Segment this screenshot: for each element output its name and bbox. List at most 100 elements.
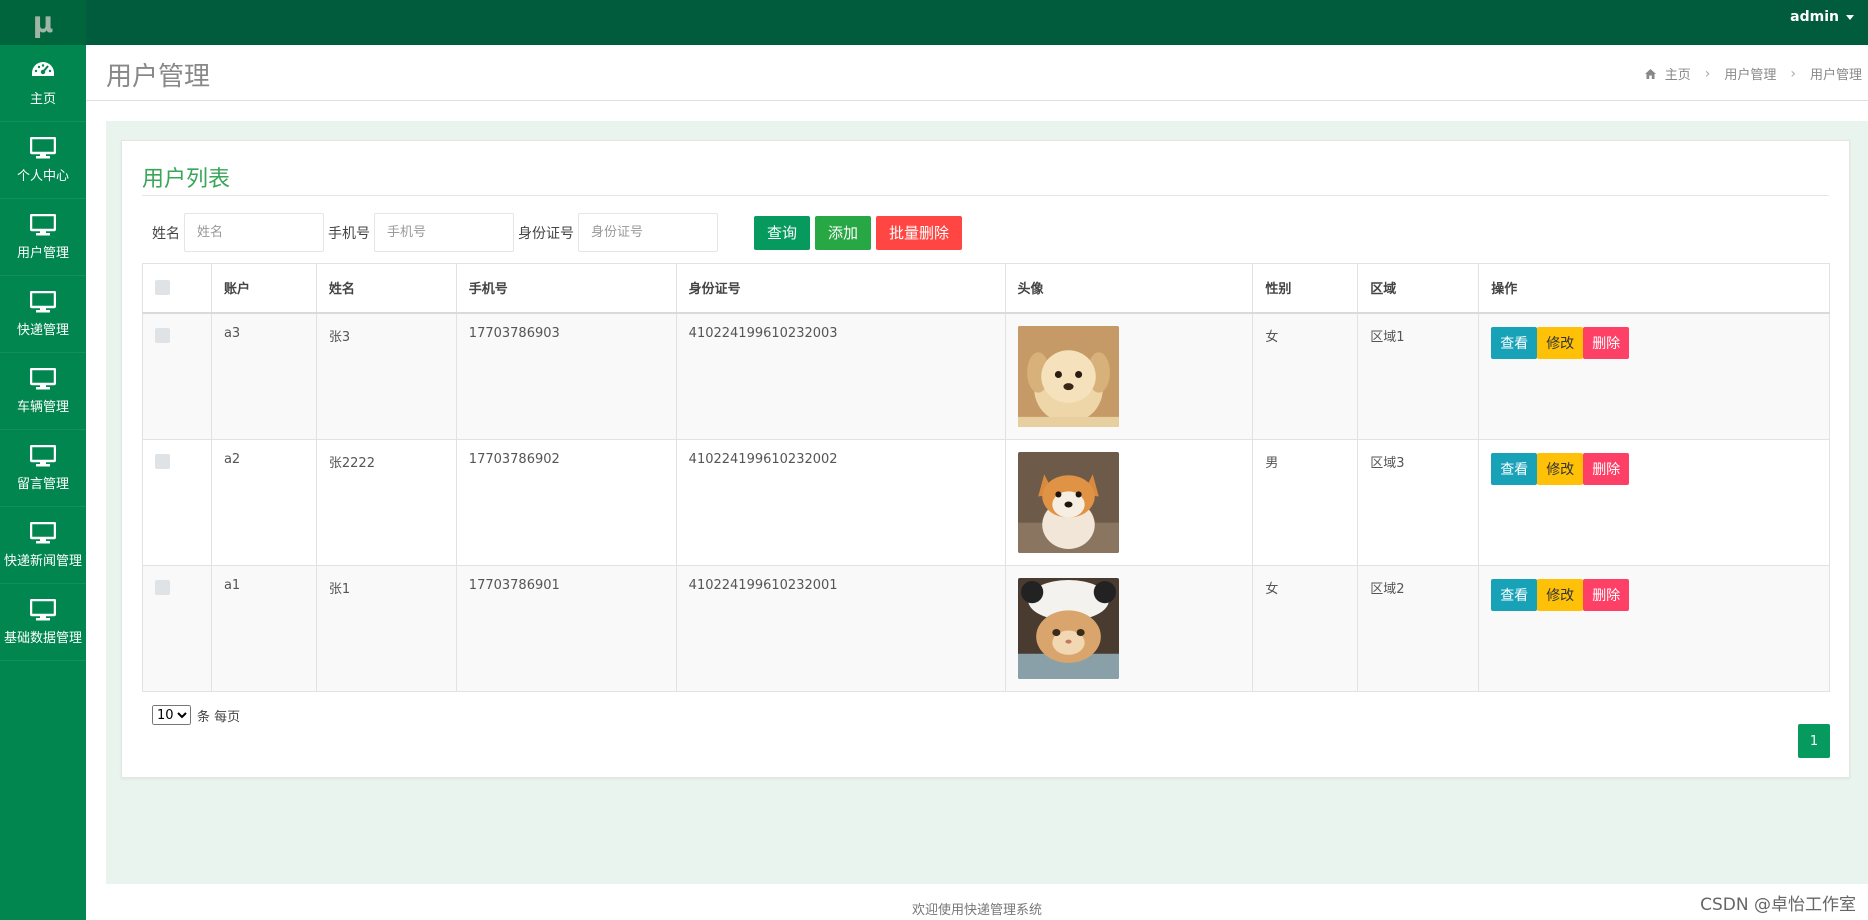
monitor-icon (30, 521, 56, 543)
row-select-cell (142, 438, 212, 566)
view-button[interactable]: 查看 (1491, 452, 1538, 485)
actions-cell: 查看 修改 删除 (1478, 312, 1830, 440)
name-input[interactable] (184, 213, 324, 252)
breadcrumb-separator-icon: › (1790, 65, 1796, 82)
monitor-icon (30, 367, 56, 389)
phone-input[interactable] (374, 213, 514, 252)
monitor-icon (30, 213, 56, 235)
table-row: a1 张1 17703786901 410224199610232001 女 区… (142, 564, 1830, 692)
dashboard-icon (32, 61, 54, 76)
id-card-label: 身份证号 (518, 225, 574, 242)
id-card-cell: 410224199610232003 (675, 312, 1006, 440)
account-cell: a2 (210, 438, 317, 566)
select-all-checkbox[interactable] (155, 280, 170, 296)
table-row: a3 张3 17703786903 410224199610232003 女 区… (142, 312, 1830, 440)
view-button[interactable]: 查看 (1491, 578, 1538, 611)
breadcrumb-separator-icon: › (1704, 65, 1711, 82)
breadcrumb-item[interactable]: 用户管理 (1724, 64, 1776, 83)
sidebar-item-label: 主页 (29, 91, 56, 107)
row-checkbox[interactable] (155, 327, 170, 343)
home-icon (1644, 68, 1656, 79)
cat-photo (1017, 577, 1119, 679)
sidebar-item-label: 个人中心 (16, 168, 69, 184)
row-checkbox[interactable] (155, 579, 170, 595)
delete-button[interactable]: 删除 (1583, 452, 1630, 485)
sidebar-item-label: 快递管理 (16, 322, 69, 338)
page-header: 用户管理 主页 › 用户管理 › 用户管理 (86, 45, 1868, 101)
panel-title: 用户列表 (142, 167, 231, 192)
name-cell: 张1 (315, 564, 457, 692)
row-checkbox[interactable] (155, 453, 170, 469)
table-header-row: 账户 姓名 手机号 身份证号 头像 性别 区域 操作 (142, 263, 1830, 314)
column-header: 手机号 (455, 263, 677, 314)
sidebar-item-vehicle-management[interactable]: 车辆管理 (0, 353, 86, 430)
column-header: 操作 (1478, 263, 1830, 314)
avatar-cell (1004, 438, 1254, 566)
account-cell: a3 (210, 312, 317, 440)
breadcrumb: 主页 › 用户管理 › 用户管理 (1644, 64, 1862, 83)
column-header: 区域 (1357, 263, 1480, 314)
footer: 欢迎使用快递管理系统 (86, 884, 1868, 920)
area-cell: 区域2 (1357, 564, 1480, 692)
sidebar-item-express-management[interactable]: 快递管理 (0, 276, 86, 353)
avatar-cell (1004, 564, 1254, 692)
avatar-cell (1004, 312, 1254, 440)
id-card-input[interactable] (578, 213, 718, 252)
delete-button[interactable]: 删除 (1583, 578, 1630, 611)
edit-button[interactable]: 修改 (1537, 326, 1584, 359)
page-size-select[interactable]: 10 (152, 705, 191, 725)
area-cell: 区域1 (1357, 312, 1480, 440)
user-list-panel: 用户列表 姓名 手机号 身份证号 查询 添加 批量删除 账户 姓名 手机号 身份… (121, 140, 1850, 778)
sidebar: μ 主页 个人中心 用户管理 快递管理 车辆管理 留言管理 快递新闻管理 基础数… (0, 0, 86, 920)
user-table: 账户 姓名 手机号 身份证号 头像 性别 区域 操作 a3 张3 1770378… (142, 263, 1830, 692)
table-row: a2 张2222 17703786902 410224199610232002 (142, 438, 1830, 566)
app-logo[interactable]: μ (0, 0, 86, 45)
user-menu[interactable]: admin (1790, 9, 1854, 25)
monitor-icon (30, 598, 56, 620)
watermark: CSDN @卓怡工作室 (1700, 895, 1856, 915)
breadcrumb-home[interactable]: 主页 (1665, 64, 1691, 83)
sidebar-item-label: 快递新闻管理 (3, 553, 82, 569)
edit-button[interactable]: 修改 (1537, 578, 1584, 611)
sidebar-item-label: 车辆管理 (16, 399, 69, 415)
gender-cell: 男 (1252, 438, 1359, 566)
panel-divider (142, 195, 1829, 196)
name-label: 姓名 (152, 225, 180, 242)
phone-label: 手机号 (328, 225, 370, 242)
sidebar-item-user-management[interactable]: 用户管理 (0, 199, 86, 276)
monitor-icon (30, 136, 56, 158)
sidebar-item-label: 基础数据管理 (3, 630, 82, 646)
area-cell: 区域3 (1357, 438, 1480, 566)
edit-button[interactable]: 修改 (1537, 452, 1584, 485)
sidebar-item-label: 留言管理 (16, 476, 69, 492)
sidebar-item-news-management[interactable]: 快递新闻管理 (0, 507, 86, 584)
sidebar-item-personal-center[interactable]: 个人中心 (0, 122, 86, 199)
column-header: 身份证号 (675, 263, 1006, 314)
sidebar-item-message-management[interactable]: 留言管理 (0, 430, 86, 507)
view-button[interactable]: 查看 (1491, 326, 1538, 359)
row-select-cell (142, 312, 212, 440)
footer-text: 欢迎使用快递管理系统 (911, 903, 1042, 918)
add-button[interactable]: 添加 (815, 215, 872, 250)
column-header: 头像 (1004, 263, 1254, 314)
query-button[interactable]: 查询 (754, 215, 811, 250)
name-cell: 张2222 (315, 438, 457, 566)
sidebar-item-home[interactable]: 主页 (0, 45, 86, 122)
actions-cell: 查看 修改 删除 (1478, 564, 1830, 692)
sidebar-item-label: 用户管理 (16, 245, 69, 261)
name-cell: 张3 (315, 312, 457, 440)
delete-button[interactable]: 删除 (1583, 326, 1630, 359)
batch-delete-button[interactable]: 批量删除 (876, 215, 963, 250)
gender-cell: 女 (1252, 312, 1359, 440)
page-button-1[interactable]: 1 (1798, 724, 1830, 758)
monitor-icon (30, 444, 56, 466)
select-all-cell (142, 263, 212, 314)
id-card-cell: 410224199610232001 (675, 564, 1006, 692)
column-header: 性别 (1252, 263, 1359, 314)
page-size-control: 10 条 每页 (152, 705, 240, 725)
phone-cell: 17703786901 (455, 564, 677, 692)
search-bar: 姓名 手机号 身份证号 查询 添加 批量删除 (152, 213, 963, 252)
phone-cell: 17703786903 (455, 312, 677, 440)
sidebar-item-basic-data-management[interactable]: 基础数据管理 (0, 584, 86, 661)
breadcrumb-current: 用户管理 (1809, 68, 1862, 83)
